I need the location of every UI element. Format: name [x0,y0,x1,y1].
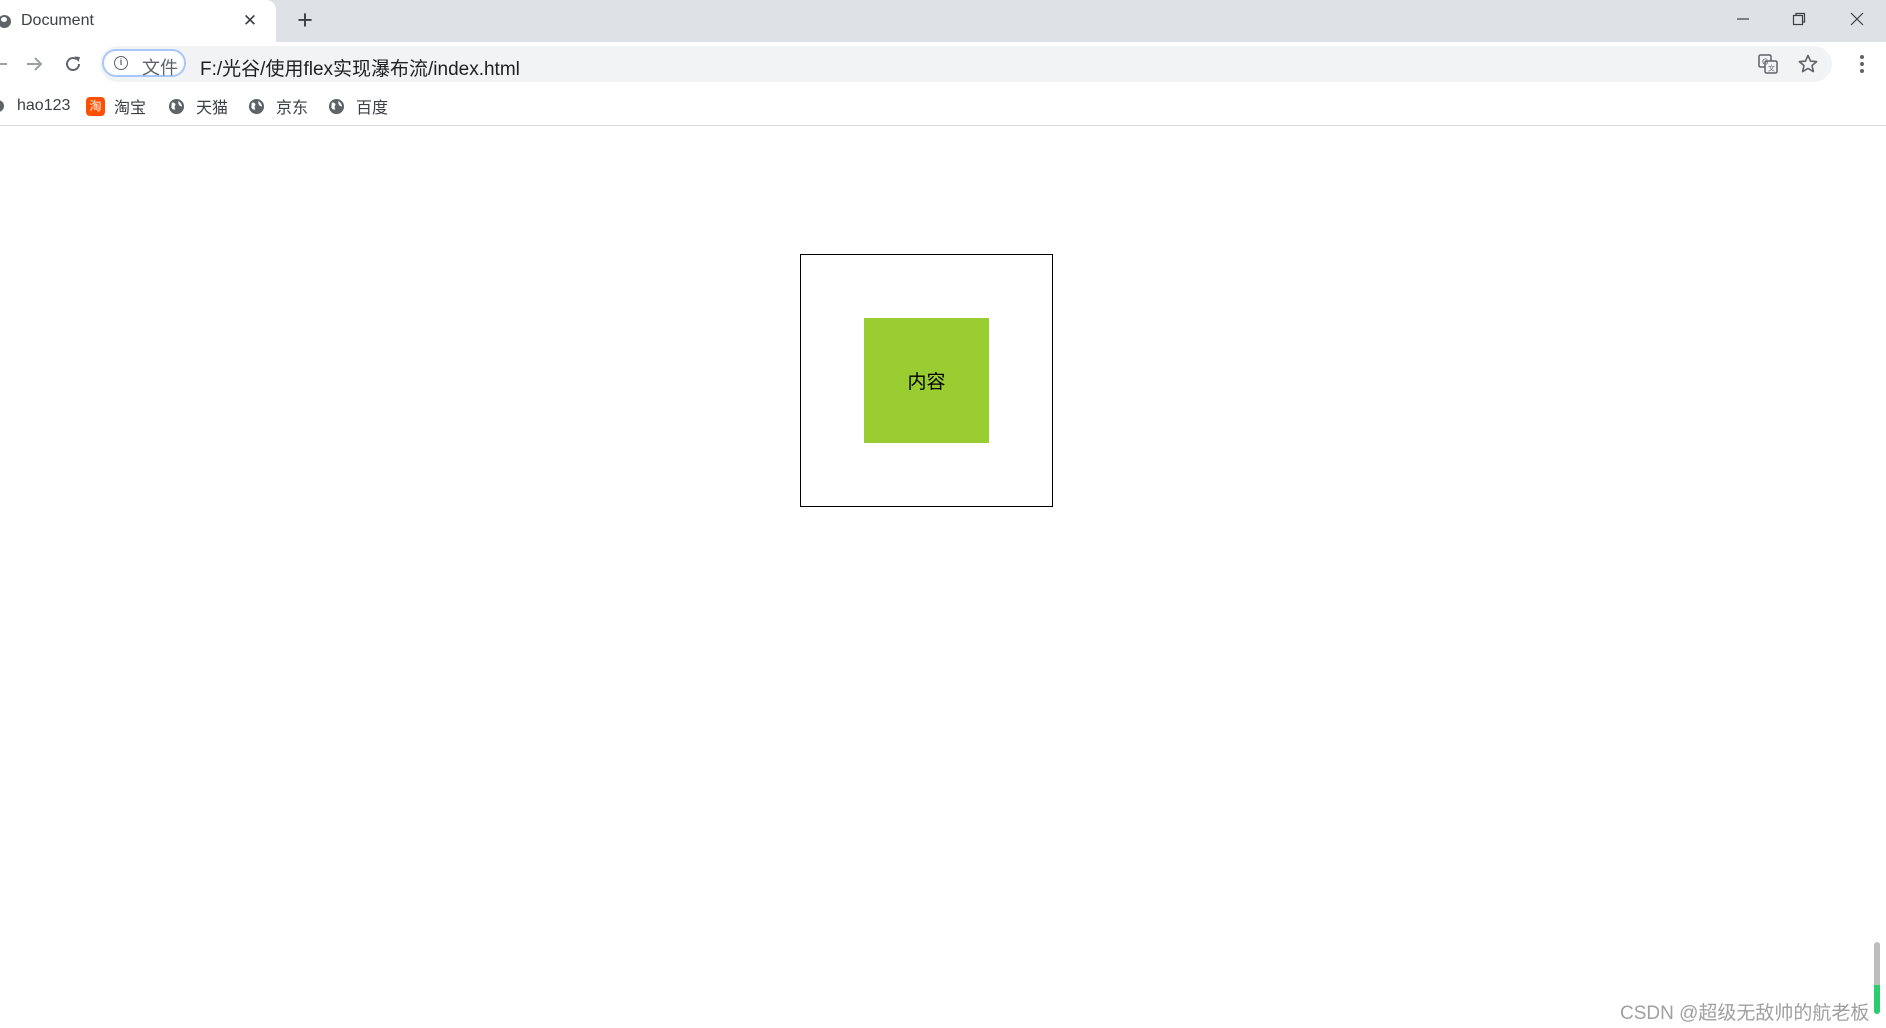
globe-icon [0,15,11,28]
tab-document[interactable]: Document ✕ [0,0,276,42]
reload-icon [66,56,80,71]
star-icon [1798,54,1818,73]
forward-button[interactable] [20,50,48,78]
forward-arrow-icon [27,57,43,71]
address-bar[interactable]: i 文件 F:/光谷/使用flex实现瀑布流/index.html G 文 [100,46,1832,82]
site-info-chip[interactable]: i 文件 [102,49,186,78]
bookmarks-bar: hao123 淘 淘宝 天猫 京东 百度 [0,86,1886,126]
content-box: 内容 [864,318,989,443]
restore-icon [1792,12,1806,26]
tab-title: Document [21,12,94,29]
more-vert-icon [1860,55,1864,73]
tab-strip: Document ✕ + [0,0,1886,42]
bookmark-tmall[interactable]: 天猫 [168,94,228,118]
bookmark-star-button[interactable] [1796,52,1820,76]
reload-button[interactable] [59,50,87,78]
minimize-button[interactable] [1715,0,1771,38]
bookmark-taobao[interactable]: 淘 淘宝 [86,94,146,118]
bookmark-hao123[interactable]: hao123 [0,94,70,118]
site-info-label: 文件 [142,58,178,78]
taobao-icon: 淘 [86,96,105,116]
content-text: 内容 [907,372,946,393]
globe-icon [0,100,4,112]
tab-close-icon[interactable]: ✕ [240,11,260,31]
svg-text:文: 文 [1768,64,1775,73]
minimize-icon [1737,18,1749,20]
bookmark-label: 天猫 [196,100,229,117]
csdn-watermark: CSDN @超级无敌帅的航老板 [1620,1003,1870,1024]
new-tab-button[interactable]: + [292,7,318,34]
url-text[interactable]: F:/光谷/使用flex实现瀑布流/index.html [200,54,520,81]
browser-menu-button[interactable] [1848,50,1876,78]
scroll-fill [1874,985,1880,1014]
bookmark-label: 京东 [276,100,309,117]
window-close-button[interactable] [1829,0,1885,38]
bookmark-baidu[interactable]: 百度 [328,94,388,118]
globe-icon [248,98,265,114]
translate-icon: G 文 [1758,54,1778,74]
translate-button[interactable]: G 文 [1756,52,1780,76]
globe-icon [328,98,345,114]
browser-toolbar: i 文件 F:/光谷/使用flex实现瀑布流/index.html G 文 [0,42,1886,86]
close-icon [1850,12,1864,26]
back-arrow-icon [0,63,7,65]
outer-container: 内容 [800,254,1053,507]
bookmark-label: hao123 [17,97,71,114]
back-button[interactable] [0,50,14,78]
bookmark-jd[interactable]: 京东 [248,94,308,118]
bookmark-label: 淘宝 [114,100,147,117]
globe-icon [168,98,185,114]
scroll-indicator[interactable] [1874,942,1880,1014]
restore-button[interactable] [1771,0,1827,38]
info-icon: i [114,56,128,70]
bookmark-label: 百度 [356,100,389,117]
